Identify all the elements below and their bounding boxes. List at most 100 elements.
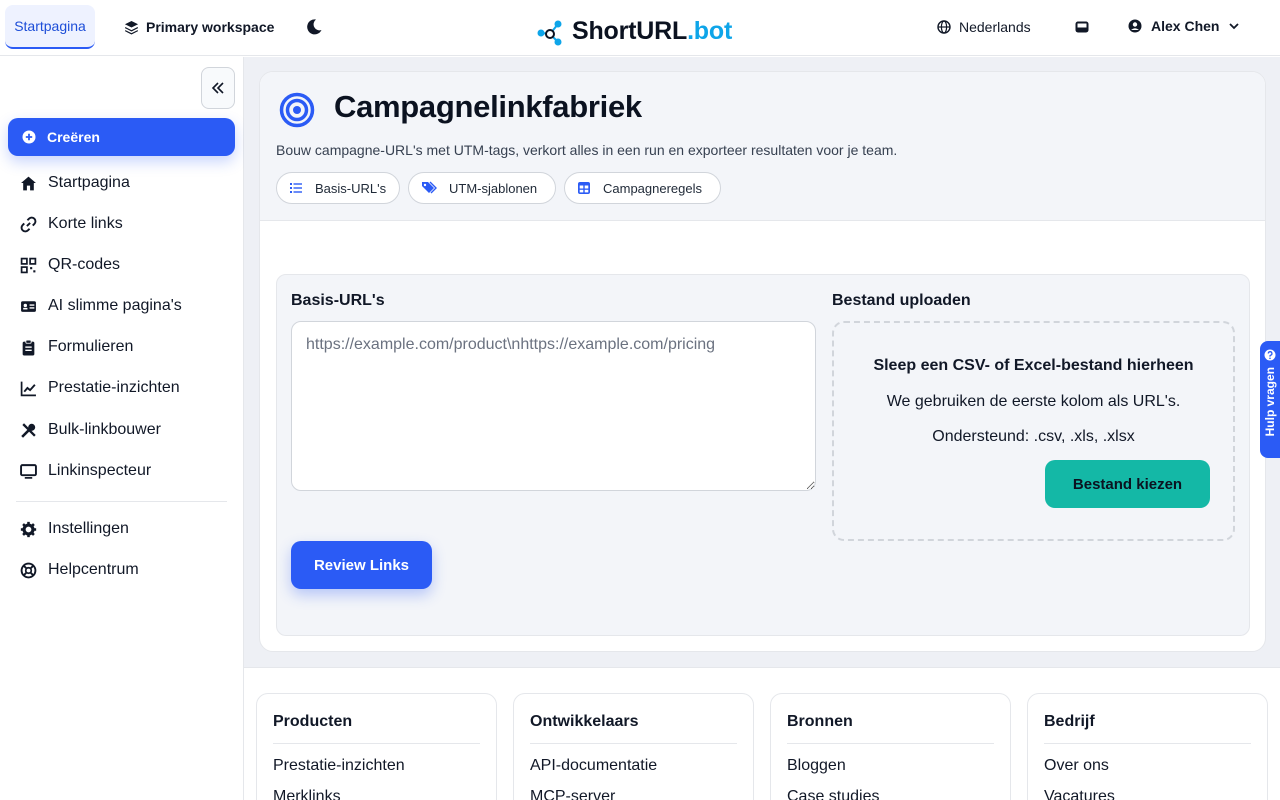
sidebar-item-prestatie[interactable]: Prestatie-inzichten (20, 376, 180, 400)
workspace-label: Primary workspace (146, 19, 275, 35)
list-icon (290, 183, 302, 193)
inbox-icon[interactable] (1074, 19, 1090, 35)
page-subtitle: Bouw campagne-URL's met UTM-tags, verkor… (276, 142, 898, 158)
chip-label: Campagneregels (603, 180, 703, 196)
sidebar-item-label: AI slimme pagina's (48, 297, 182, 314)
dropzone-title: Sleep een CSV- of Excel-bestand hierheen (873, 357, 1194, 374)
chip-base-urls[interactable]: Basis-URL's (276, 172, 400, 204)
sidebar-item-label: Startpagina (48, 174, 130, 191)
sidebar-item-label: Korte links (48, 215, 123, 232)
page-title: Campagnelinkfabriek (334, 89, 642, 124)
chip-campaign-rules[interactable]: Campagneregels (564, 172, 721, 204)
sidebar-item-ai-pages[interactable]: AI slimme pagina's (20, 294, 182, 318)
footer-column-title: Producten (273, 713, 480, 744)
link-icon (20, 216, 37, 232)
sidebar-item-linkinspecteur[interactable]: Linkinspecteur (20, 459, 151, 483)
sidebar-item-bulk[interactable]: Bulk-linkbouwer (20, 418, 161, 442)
footer-column-resources: Bronnen Bloggen Case studies (770, 693, 1011, 800)
sidebar-item-label: Instellingen (48, 520, 129, 537)
plus-circle-icon (22, 130, 36, 144)
main-content: Campagnelinkfabriek Bouw campagne-URL's … (244, 57, 1280, 800)
top-bar: Startpagina Primary workspace ShortURL.b… (0, 0, 1280, 56)
lifebuoy-icon (20, 562, 37, 578)
card-header: Campagnelinkfabriek Bouw campagne-URL's … (260, 72, 1265, 221)
moon-icon[interactable] (305, 18, 323, 36)
tags-icon (422, 181, 437, 194)
home-icon (21, 176, 36, 190)
sidebar-item-label: Prestatie-inzichten (48, 379, 180, 396)
language-label: Nederlands (959, 19, 1031, 35)
sidebar: Creëren Startpagina Korte links QR-codes… (0, 57, 244, 800)
target-icon (279, 92, 315, 128)
sidebar-divider (16, 501, 227, 502)
collapse-sidebar-button[interactable] (201, 67, 235, 109)
sidebar-item-label: Formulieren (48, 338, 134, 355)
footer-link[interactable]: Vacatures (1044, 788, 1251, 800)
chip-utm-templates[interactable]: UTM-sjablonen (408, 172, 556, 204)
base-urls-label: Basis-URL's (291, 292, 385, 309)
footer-column-title: Bronnen (787, 713, 994, 744)
review-links-button[interactable]: Review Links (291, 541, 432, 589)
user-name: Alex Chen (1151, 18, 1220, 34)
dropzone-hint: We gebruiken de eerste kolom als URL's. (886, 393, 1181, 410)
layers-icon (124, 20, 139, 34)
globe-icon (937, 20, 951, 34)
footer-column-title: Ontwikkelaars (530, 713, 737, 744)
sidebar-item-formulieren[interactable]: Formulieren (20, 335, 133, 359)
user-avatar-icon (1128, 19, 1142, 33)
footer-link[interactable]: MCP-server (530, 788, 737, 800)
footer-column-products: Producten Prestatie-inzichten Merklinks (256, 693, 497, 800)
sidebar-item-label: Linkinspecteur (48, 462, 152, 479)
tools-icon (21, 422, 36, 438)
sidebar-item-label: Bulk-linkbouwer (48, 421, 161, 438)
language-switcher[interactable]: Nederlands (937, 19, 1031, 35)
id-card-icon (21, 300, 36, 312)
dropzone-supported: Ondersteund: .csv, .xls, .xlsx (932, 428, 1135, 445)
sidebar-item-qr-codes[interactable]: QR-codes (20, 253, 120, 277)
sidebar-item-startpagina[interactable]: Startpagina (20, 171, 130, 195)
chevron-down-icon (1229, 23, 1240, 30)
footer-link[interactable]: Bloggen (787, 757, 994, 775)
sidebar-item-korte-links[interactable]: Korte links (20, 212, 123, 236)
double-chevron-left-icon (211, 82, 224, 94)
workspace-switcher[interactable]: Primary workspace (124, 19, 274, 35)
logo[interactable]: ShortURL.bot (536, 17, 732, 46)
clipboard-icon (22, 339, 35, 355)
footer-column-company: Bedrijf Over ons Vacatures (1027, 693, 1268, 800)
help-tab[interactable]: Hulp vragen (1260, 341, 1280, 458)
logo-text: ShortURL.bot (572, 17, 732, 46)
logo-main: ShortURL (572, 17, 688, 45)
footer-link[interactable]: Prestatie-inzichten (273, 757, 480, 775)
chip-label: Basis-URL's (315, 180, 387, 196)
help-icon (1264, 349, 1276, 361)
qr-icon (20, 257, 37, 273)
footer: Producten Prestatie-inzichten Merklinks … (244, 667, 1280, 800)
sidebar-item-label: QR-codes (48, 256, 121, 273)
create-button[interactable]: Creëren (8, 118, 235, 156)
monitor-icon (20, 463, 37, 479)
footer-link[interactable]: Merklinks (273, 788, 480, 800)
table-icon (578, 182, 590, 194)
footer-column-developers: Ontwikkelaars API-documentatie MCP-serve… (513, 693, 754, 800)
campaign-card: Campagnelinkfabriek Bouw campagne-URL's … (259, 71, 1266, 652)
sidebar-item-helpcentrum[interactable]: Helpcentrum (20, 558, 139, 582)
footer-column-title: Bedrijf (1044, 713, 1251, 744)
create-label: Creëren (47, 129, 100, 145)
upload-label: Bestand uploaden (832, 292, 971, 309)
sidebar-item-instellingen[interactable]: Instellingen (20, 517, 129, 541)
import-panel: Basis-URL's Bestand uploaden Sleep een C… (276, 274, 1250, 636)
base-urls-textarea[interactable] (291, 321, 816, 491)
footer-link[interactable]: Case studies (787, 788, 994, 800)
file-dropzone[interactable]: Sleep een CSV- of Excel-bestand hierheen… (832, 321, 1235, 541)
sidebar-item-label: Helpcentrum (48, 561, 139, 578)
choose-file-button[interactable]: Bestand kiezen (1045, 460, 1210, 508)
gear-icon (20, 521, 37, 537)
chip-label: UTM-sjablonen (449, 180, 538, 196)
footer-link[interactable]: Over ons (1044, 757, 1251, 775)
tab-home[interactable]: Startpagina (5, 5, 95, 49)
footer-link[interactable]: API-documentatie (530, 757, 737, 775)
help-tab-label: Hulp vragen (1263, 367, 1277, 437)
chart-line-icon (20, 381, 36, 396)
user-menu[interactable]: Alex Chen (1128, 18, 1240, 34)
logo-accent: .bot (687, 17, 733, 45)
